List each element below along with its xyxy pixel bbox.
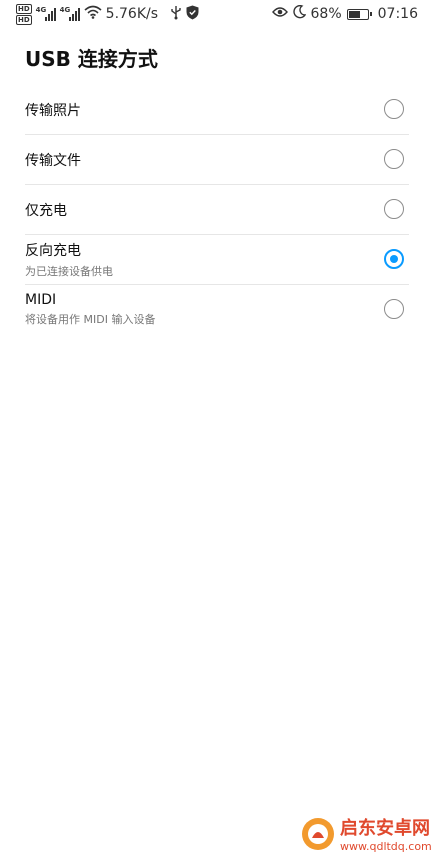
usb-settings-screen: HD HD 4G 4G 5.76K/s 68% 07:16 USB 连接方式 传… [0,0,434,866]
hd-badge: HD [16,14,32,25]
hd-icon: HD HD [16,3,32,25]
battery-icon [346,8,372,20]
signal-icon: 4G [35,6,56,21]
radio-button[interactable] [384,199,404,219]
clock: 07:16 [377,6,418,22]
eye-icon [271,6,288,22]
radio-button[interactable] [384,249,404,269]
signal-icon: 4G [59,6,80,21]
option-text: 反向充电 为已连接设备供电 [25,235,113,284]
option-label: 反向充电 [25,243,81,259]
page-title: USB 连接方式 [25,47,158,71]
option-label: 传输照片 [25,102,81,119]
option-description: 为已连接设备供电 [25,265,113,278]
watermark-logo-icon [300,816,336,852]
moon-icon [292,4,306,23]
usb-option-midi[interactable]: MIDI 将设备用作 MIDI 输入设备 [25,285,409,334]
option-text: 传输照片 [25,85,81,134]
network-type-label: 4G [59,6,71,14]
battery-percent: 68% [310,6,342,22]
hd-badge: HD [16,3,32,14]
watermark: 启东安卓网 www.qdltdq.com [300,806,432,864]
usb-mode-list: 传输照片 传输文件 仅充电 反向充电 为已连接设备供电 MIDI 将设备用作 M… [25,85,409,334]
radio-button[interactable] [384,299,404,319]
status-bar-right: 68% 07:16 [271,2,418,26]
option-text: MIDI 将设备用作 MIDI 输入设备 [25,285,155,334]
battery-fill [348,10,361,18]
status-bar: HD HD 4G 4G 5.76K/s 68% 07:16 [0,0,434,28]
network-type-label: 4G [35,6,47,14]
radio-button[interactable] [384,149,404,169]
option-description: 将设备用作 MIDI 输入设备 [25,313,156,326]
option-text: 仅充电 [25,185,67,234]
usb-icon [170,5,182,24]
shield-icon [186,5,199,24]
usb-option-charge-only[interactable]: 仅充电 [25,185,409,235]
wifi-icon [84,5,102,23]
watermark-url: www.qdltdq.com [340,840,432,853]
usb-option-reverse-charge[interactable]: 反向充电 为已连接设备供电 [25,235,409,285]
option-text: 传输文件 [25,135,81,184]
option-label: 仅充电 [25,202,67,219]
usb-option-transfer-photos[interactable]: 传输照片 [25,85,409,135]
option-label: 传输文件 [25,152,81,169]
status-bar-left: HD HD 4G 4G 5.76K/s [16,2,199,26]
network-speed: 5.76K/s [105,6,159,22]
option-label: MIDI [25,292,57,308]
watermark-name: 启东安卓网 [340,818,430,839]
usb-option-transfer-files[interactable]: 传输文件 [25,135,409,185]
radio-button[interactable] [384,99,404,119]
